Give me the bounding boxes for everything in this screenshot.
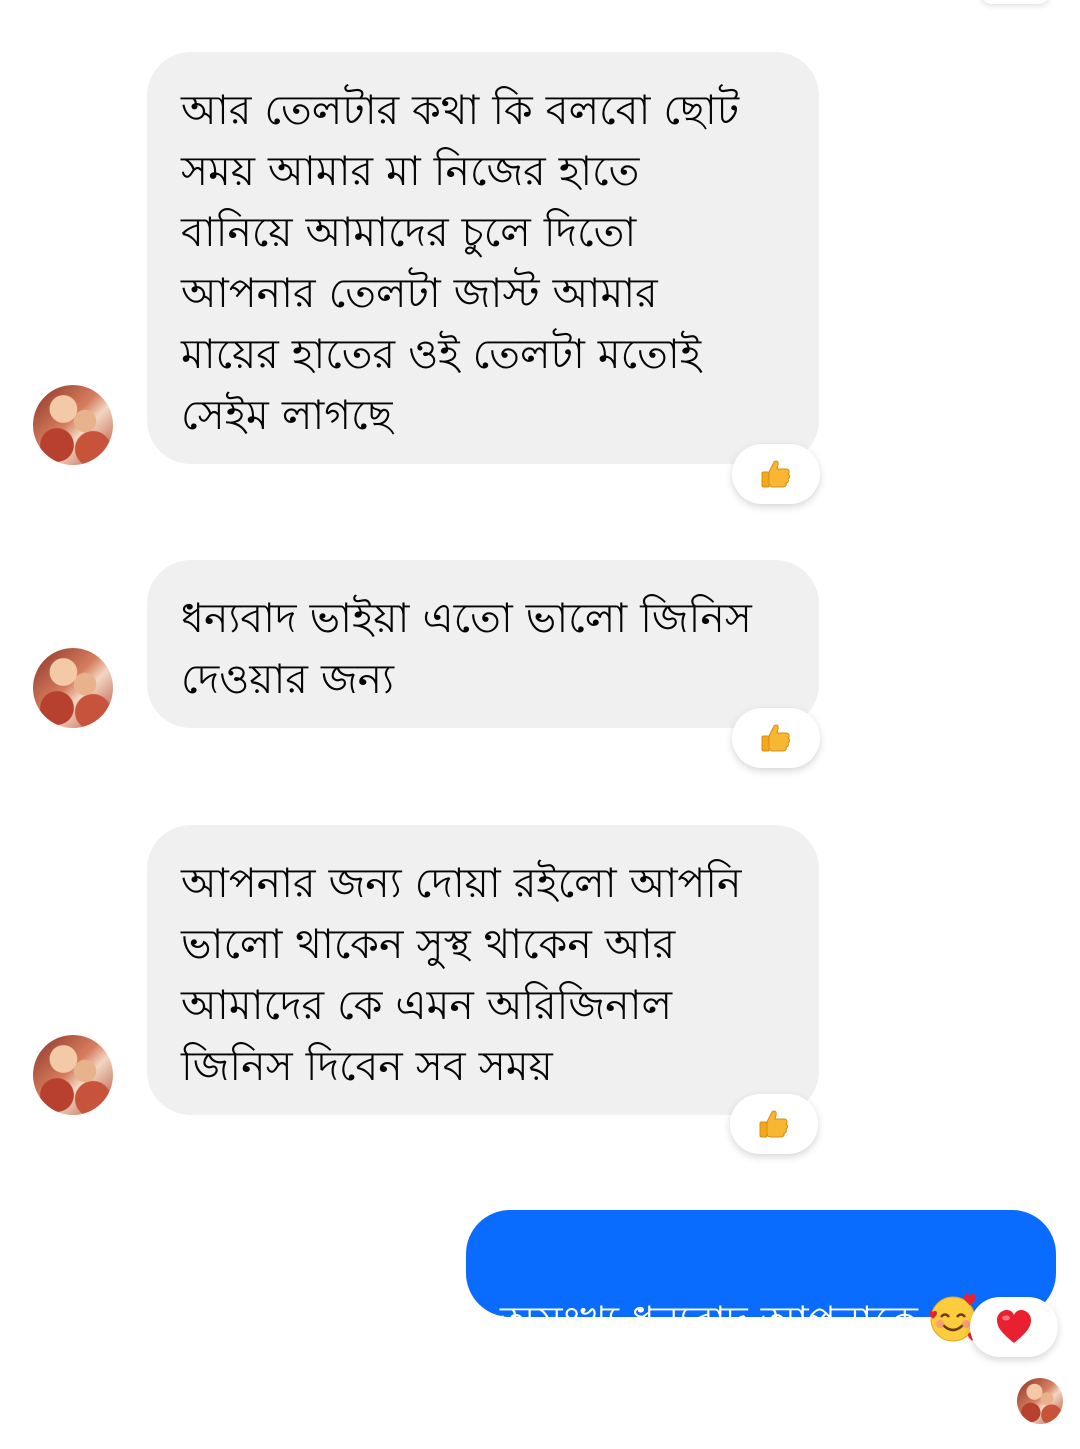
- incoming-message-bubble[interactable]: ধন্যবাদ ভাইয়া এতো ভালো জিনিস দেওয়ার জন…: [147, 560, 819, 728]
- outgoing-message-bubble[interactable]: অসংখ্য ধন্যবাদ আপনাকে: [466, 1210, 1056, 1345]
- contact-avatar[interactable]: [33, 648, 113, 728]
- message-reaction-badge[interactable]: [732, 708, 820, 768]
- message-reaction-badge[interactable]: [732, 444, 820, 504]
- message-reaction-badge[interactable]: [970, 1297, 1058, 1357]
- incoming-message-bubble[interactable]: আর তেলটার কথা কি বলবো ছোট সময় আমার মা ন…: [147, 52, 819, 464]
- thumbs-up-icon: [759, 721, 793, 755]
- previous-reaction-pill: [980, 0, 1050, 4]
- contact-avatar[interactable]: [33, 1035, 113, 1115]
- incoming-message-bubble[interactable]: আপনার জন্য দোয়া রইলো আপনি ভালো থাকেন সু…: [147, 825, 819, 1115]
- outgoing-message-text: অসংখ্য ধন্যবাদ আপনাকে: [500, 1297, 918, 1345]
- thumbs-up-icon: [759, 457, 793, 491]
- read-receipt-avatar: [1017, 1378, 1063, 1424]
- message-reaction-badge[interactable]: [730, 1094, 818, 1154]
- thumbs-up-icon: [757, 1107, 791, 1141]
- contact-avatar[interactable]: [33, 385, 113, 465]
- heart-icon: [995, 1309, 1033, 1345]
